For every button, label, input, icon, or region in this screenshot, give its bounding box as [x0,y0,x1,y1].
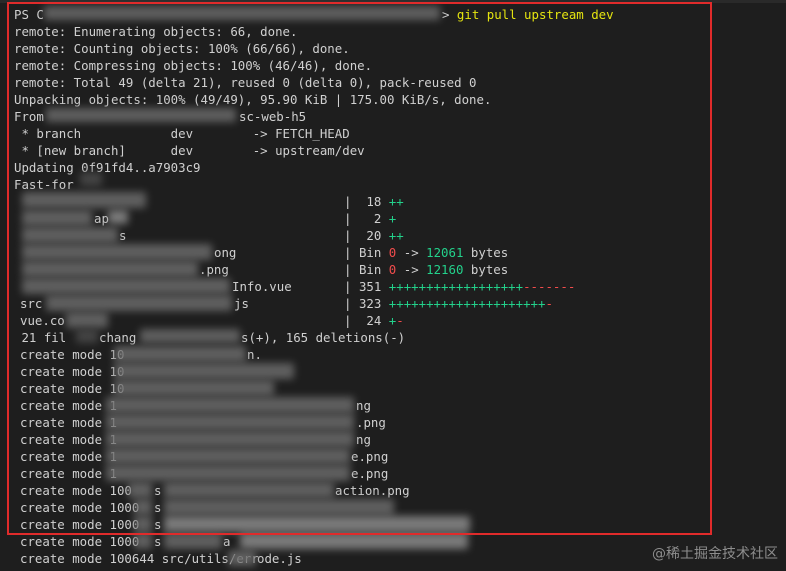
output-line: From [14,109,44,124]
prior-output-strip [0,0,786,3]
redaction-blur [114,380,274,396]
create-line: create mode 1 [20,398,117,413]
diffstat-row: | 18 ++ [344,194,404,209]
create-line: create mode 1000 [20,534,140,549]
create-line: create mode 10 [20,364,125,379]
diffstat-row: | 323 +++++++++++++++++++++- [344,296,553,311]
redaction-blur [140,329,240,343]
create-line-tail: n. [247,347,262,362]
diffstat-path: .png [199,262,229,277]
redaction-blur [66,312,108,328]
diffstat-row: | 24 +- [344,313,404,328]
redaction-blur [128,482,152,498]
redaction-blur [22,192,146,208]
diffstat-path: vue.co [20,313,65,328]
redaction-blur [22,261,198,277]
prompt-arrow: > [442,7,457,22]
create-line: create mode 1 [20,466,117,481]
redaction-blur [164,482,334,498]
create-line: create mode 10 [20,347,125,362]
create-line-tail: ng [356,398,371,413]
output-line: sc-web-h5 [239,109,307,124]
output-line: * branch dev -> FETCH_HEAD [14,126,350,141]
redaction-blur [80,172,102,186]
redaction-blur [134,516,152,532]
redaction-blur [22,227,118,243]
create-line-mid: s [154,483,162,498]
summary-line: s(+), 165 deletions(-) [241,330,406,345]
diffstat-path: s [119,228,127,243]
output-line: remote: Enumerating objects: 66, done. [14,24,298,39]
create-line: create mode 1000 [20,517,140,532]
create-line-mid: s [154,500,162,515]
diffstat-row: | 20 ++ [344,228,404,243]
create-line: create mode 100 [20,483,132,498]
redaction-blur [240,533,468,549]
redaction-blur [106,448,350,464]
diffstat-row: | 2 + [344,211,397,226]
create-line-tail: action.png [335,483,410,498]
diffstat-row: | Bin 0 -> 12061 bytes [344,245,509,260]
redaction-blur [106,397,354,413]
output-line: remote: Counting objects: 100% (66/66), … [14,41,350,56]
diffstat-row: | Bin 0 -> 12160 bytes [344,262,509,277]
redaction-blur [44,6,440,20]
create-line: create mode 1 [20,432,117,447]
create-line-tail: .png [356,415,386,430]
diffstat-path: ap [94,211,109,226]
redaction-blur [164,516,470,532]
summary-line: 21 fil [14,330,67,345]
output-line: remote: Total 49 (delta 21), reused 0 (d… [14,75,477,90]
create-line: create mode 1 [20,449,117,464]
redaction-blur [114,346,246,362]
summary-line: chang [99,330,137,345]
git-command: git pull upstream dev [456,7,614,22]
output-line: * [new branch] dev -> upstream/dev [14,143,365,158]
output-line: remote: Compressing objects: 100% (46/46… [14,58,373,73]
create-line-tail: e.png [351,466,389,481]
watermark: @稀土掘金技术社区 [652,546,778,562]
redaction-blur [164,499,394,515]
diffstat-path: js [234,296,249,311]
output-line: Fast-for [14,177,74,192]
create-line-tail: a [223,534,231,549]
diffstat-path: ong [214,245,237,260]
redaction-blur [76,329,98,343]
redaction-blur [106,414,354,430]
create-line-tail: e.png [351,449,389,464]
redaction-blur [46,108,236,122]
output-line: Unpacking objects: 100% (49/49), 95.90 K… [14,92,492,107]
redaction-blur [114,363,294,379]
create-line: create mode 1000 [20,500,140,515]
terminal-output[interactable]: PS C > git pull upstream dev remote: Enu… [0,0,786,571]
redaction-blur [228,550,256,566]
redaction-blur [22,210,92,226]
create-line-mid: s [154,534,162,549]
redaction-blur [164,533,222,549]
create-line: create mode 10 [20,381,125,396]
redaction-blur [134,499,152,515]
diffstat-path: Info.vue [232,279,292,294]
command-line: > git pull upstream dev [442,6,614,23]
redaction-blur [134,533,152,549]
create-line: create mode 1 [20,415,117,430]
redaction-blur [22,278,230,294]
diffstat-row: | 351 ++++++++++++++++++------- [344,279,576,294]
diffstat-path: src [20,296,43,311]
create-line-mid: s [154,517,162,532]
redaction-blur [108,210,128,224]
cut-off-line [14,563,614,571]
output-line: Updating 0f91fd4..a7903c9 [14,160,201,175]
prompt-line: PS C [14,7,44,22]
redaction-blur [46,295,232,311]
redaction-blur [22,244,212,260]
redaction-blur [106,431,354,447]
create-line-tail: ng [356,432,371,447]
redaction-blur [106,465,350,481]
